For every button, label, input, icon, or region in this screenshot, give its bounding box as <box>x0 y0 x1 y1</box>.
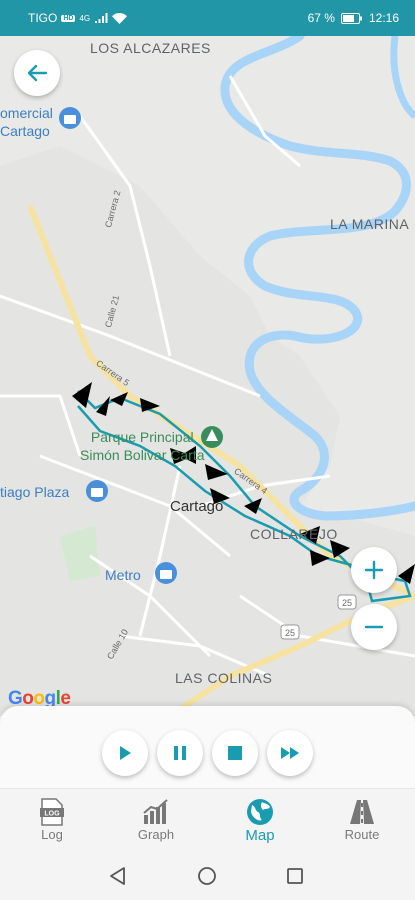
pause-icon <box>174 746 186 760</box>
poi-label: Parque Principal Simón Bolivar Carta <box>80 429 205 463</box>
stop-button[interactable] <box>212 730 258 776</box>
back-button[interactable] <box>14 50 60 96</box>
minus-icon <box>364 625 384 629</box>
river-branch <box>390 36 415 119</box>
nav-label: Map <box>245 827 275 844</box>
map-view[interactable]: LOS ALCAZARES LA MARINA omercial Cartago … <box>0 36 415 716</box>
status-bar: TIGO HD 4G 67 % 12:16 <box>0 0 415 36</box>
plaza-marker-icon[interactable] <box>86 480 108 502</box>
neighborhood-label: LA MARINA <box>330 216 410 232</box>
road-icon <box>350 800 374 824</box>
svg-text:LOG: LOG <box>44 811 60 818</box>
clock: 12:16 <box>368 11 399 25</box>
pause-button[interactable] <box>157 730 203 776</box>
hd-badge: HD <box>61 14 76 22</box>
poi-label: tiago Plaza <box>0 484 70 500</box>
play-button[interactable] <box>102 730 148 776</box>
network-type: 4G <box>79 13 91 23</box>
poi-label: omercial Cartago <box>0 105 53 139</box>
neighborhood-label: COLLAREJO <box>250 526 338 542</box>
map-canvas[interactable] <box>0 36 415 716</box>
fast-forward-button[interactable] <box>267 730 313 776</box>
signal-icon <box>95 12 108 23</box>
neighborhood-label: LAS COLINAS <box>175 670 273 686</box>
route-number: 25 <box>285 628 296 638</box>
nav-item-map[interactable]: Map <box>220 797 300 844</box>
neighborhood-label: LOS ALCAZARES <box>90 40 211 56</box>
recents-square-icon[interactable] <box>286 867 304 885</box>
stop-icon <box>228 746 242 760</box>
arrow-left-icon <box>27 64 48 82</box>
route-number: 25 <box>342 598 353 608</box>
zoom-out-button[interactable] <box>351 604 397 650</box>
globe-icon <box>247 799 273 825</box>
fast-forward-icon <box>281 747 299 759</box>
wifi-icon <box>112 12 128 24</box>
graph-icon <box>143 799 168 824</box>
playback-panel <box>0 706 415 790</box>
plus-icon <box>364 560 384 580</box>
nav-label: Graph <box>137 827 175 842</box>
carrier-label: TIGO <box>28 11 58 25</box>
metro-marker-icon[interactable] <box>155 562 177 584</box>
bottom-nav: LOG Log Graph Map Route <box>0 788 415 852</box>
home-circle-icon[interactable] <box>197 866 217 886</box>
nav-label: Route <box>344 827 380 842</box>
nav-item-route[interactable]: Route <box>322 797 402 842</box>
nav-item-graph[interactable]: Graph <box>116 797 196 842</box>
city-label: Cartago <box>170 498 224 515</box>
log-icon: LOG <box>40 798 64 826</box>
shop-marker-icon[interactable] <box>59 107 81 129</box>
nav-item-log[interactable]: LOG Log <box>12 797 92 842</box>
battery-percent: 67 % <box>307 11 335 25</box>
nav-label: Log <box>41 827 63 842</box>
back-triangle-icon[interactable] <box>108 866 128 886</box>
play-icon <box>120 746 131 760</box>
zoom-in-button[interactable] <box>351 547 397 593</box>
poi-label: Metro <box>105 567 141 583</box>
battery-icon <box>340 12 362 24</box>
system-nav-bar <box>0 852 415 900</box>
